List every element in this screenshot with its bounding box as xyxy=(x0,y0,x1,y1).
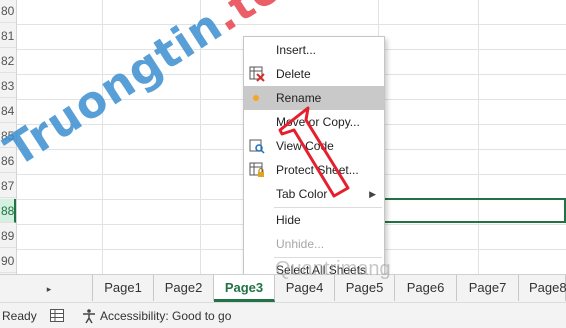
row-number[interactable]: 90 xyxy=(0,249,16,273)
sheet-tab-page1[interactable]: Page1 xyxy=(92,275,154,301)
menu-item-label: View Code xyxy=(276,139,334,153)
row-number[interactable]: 89 xyxy=(0,224,16,248)
row-number[interactable]: 83 xyxy=(0,74,16,98)
menu-item-label: Insert... xyxy=(276,43,317,57)
grid-line xyxy=(200,0,201,274)
menu-item-label: Delete xyxy=(276,67,311,81)
menu-item-delete[interactable]: Delete xyxy=(244,62,384,86)
sheet-tab-page5[interactable]: Page5 xyxy=(335,275,395,301)
menu-item-rename[interactable]: Rename xyxy=(244,86,384,110)
menu-item-label: Move or Copy... xyxy=(276,115,360,129)
menu-item-insert[interactable]: Insert... xyxy=(244,38,384,62)
menu-item-label: Hide xyxy=(276,213,301,227)
menu-item-protect-sheet[interactable]: Protect Sheet... xyxy=(244,158,384,182)
next-sheet-button[interactable]: ▸ xyxy=(40,275,58,303)
submenu-arrow-icon: ▶ xyxy=(369,189,376,199)
sheet-tab-bar: ▸ Page1 Page2 Page3 Page4 Page5 Page6 Pa… xyxy=(0,274,566,302)
menu-item-label: Tab Color xyxy=(276,187,328,201)
menu-item-label: Unhide... xyxy=(276,237,325,251)
bullet-icon xyxy=(253,95,259,101)
view-code-icon xyxy=(249,138,265,154)
grid-line xyxy=(102,0,103,274)
row-number[interactable]: 84 xyxy=(0,99,16,123)
row-number[interactable]: 85 xyxy=(0,124,16,148)
sheet-tab-page7[interactable]: Page7 xyxy=(457,275,519,301)
row-number[interactable]: 80 xyxy=(0,0,16,23)
menu-item-unhide: Unhide... xyxy=(244,232,384,256)
protect-sheet-icon xyxy=(249,162,265,178)
sheet-view-icon[interactable] xyxy=(50,309,64,322)
sheet-tab-page3-active[interactable]: Page3 xyxy=(214,275,275,302)
grid-line xyxy=(478,0,479,274)
sheet-tab-page4[interactable]: Page4 xyxy=(275,275,335,301)
menu-item-label: Rename xyxy=(276,91,322,105)
chevron-right-icon: ▸ xyxy=(46,284,52,294)
accessibility-icon[interactable] xyxy=(81,308,97,324)
menu-item-view-code[interactable]: View Code xyxy=(244,134,384,158)
menu-item-hide[interactable]: Hide xyxy=(244,208,384,232)
sheet-tab-page2[interactable]: Page2 xyxy=(154,275,214,301)
sheet-context-menu: Insert... Delete Rename Move or Copy... xyxy=(243,36,385,283)
row-number-active[interactable]: 88 xyxy=(0,199,16,223)
row-number[interactable]: 86 xyxy=(0,149,16,173)
menu-item-label: Protect Sheet... xyxy=(276,163,359,177)
sheet-tab-page6[interactable]: Page6 xyxy=(395,275,457,301)
status-bar: Ready Accessibility: Good to go xyxy=(0,302,566,328)
accessibility-status[interactable]: Accessibility: Good to go xyxy=(100,303,231,328)
delete-sheet-icon xyxy=(249,66,265,82)
grid-line xyxy=(17,24,566,25)
menu-item-tab-color[interactable]: Tab Color ▶ xyxy=(244,182,384,206)
sheet-tab-page8[interactable]: Page8 xyxy=(519,275,566,301)
row-number[interactable]: 82 xyxy=(0,49,16,73)
selected-cell[interactable] xyxy=(378,198,566,223)
row-number[interactable]: 81 xyxy=(0,24,16,48)
menu-item-move-or-copy[interactable]: Move or Copy... xyxy=(244,110,384,134)
status-ready: Ready xyxy=(2,309,37,323)
row-header-column: 80 81 82 83 84 85 86 87 88 89 90 xyxy=(0,0,17,274)
row-number[interactable]: 87 xyxy=(0,174,16,198)
